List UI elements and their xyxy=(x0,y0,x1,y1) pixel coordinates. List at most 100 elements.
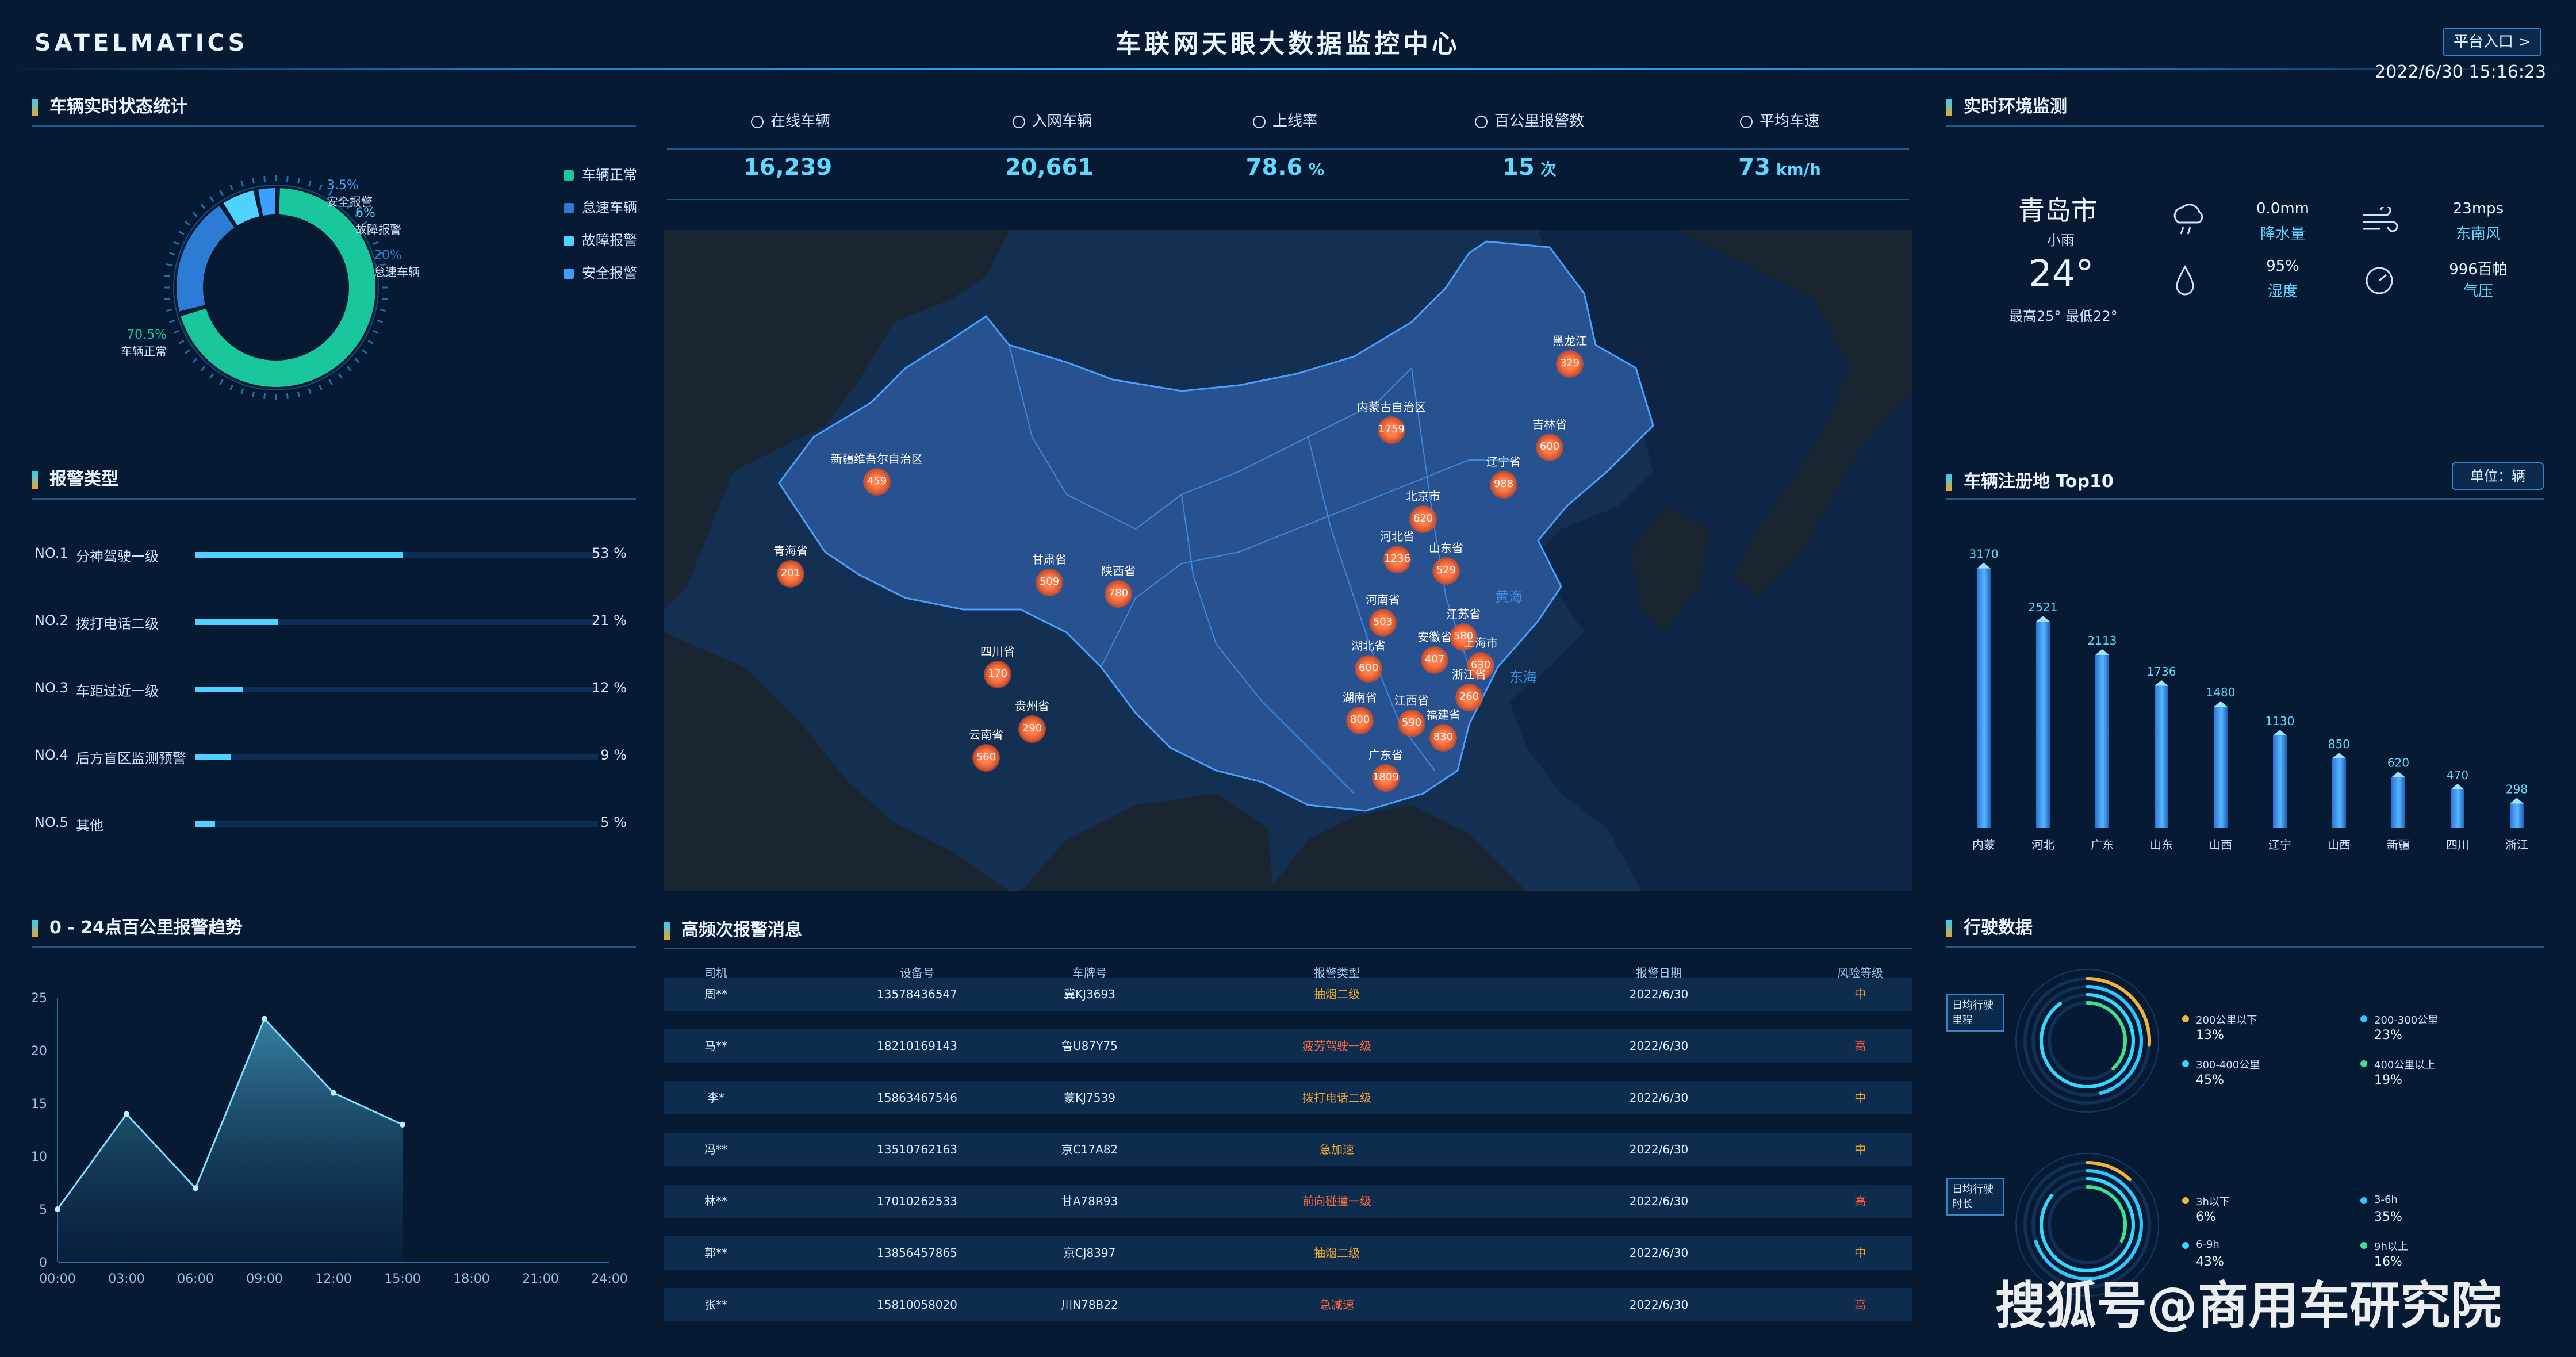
trend-area xyxy=(57,1018,402,1262)
table-cell: 蒙KJ7539 xyxy=(1064,1091,1116,1105)
kpi-unit: km/h xyxy=(1776,160,1821,179)
driving-legend-value: 6% xyxy=(2196,1210,2216,1224)
env-title: 实时环境监测 xyxy=(1946,92,2067,117)
pressure-icon xyxy=(2366,267,2393,294)
province-value: 1759 xyxy=(1378,423,1405,435)
legend-dot xyxy=(2182,1015,2189,1022)
table-cell: 高 xyxy=(1854,1194,1866,1208)
donut-tick xyxy=(185,349,191,354)
province-value: 988 xyxy=(1493,478,1514,490)
table-cell: 鲁U87Y75 xyxy=(1061,1039,1118,1053)
duration-tag[interactable]: 日均行驶时长 xyxy=(1946,1178,2004,1216)
table-cell: 15810058020 xyxy=(877,1298,957,1312)
panel-divider xyxy=(1946,498,2544,500)
province-label: 吉林省 xyxy=(1532,417,1567,431)
table-row[interactable]: 张** 15810058020 川N78B22 急减速 2022/6/30 高 xyxy=(664,1288,1912,1321)
legend-dot xyxy=(2360,1015,2367,1022)
alarm-types-title: 报警类型 xyxy=(32,465,118,490)
unit-button[interactable]: 单位：辆 xyxy=(2452,462,2544,490)
driving-legend-value: 13% xyxy=(2196,1028,2224,1042)
china-map[interactable]: 黄海 东海 黑龙江 329 吉林省 600 辽宁省 988 内蒙古自治区 1759 北京市 620… xyxy=(664,230,1912,891)
speed-icon xyxy=(1739,115,1753,128)
donut-tick xyxy=(166,308,172,312)
donut-tick xyxy=(229,384,234,390)
registration-value-label: 2521 xyxy=(2029,600,2058,614)
province-label: 浙江省 xyxy=(1452,668,1486,681)
kpi-unit: 次 xyxy=(1540,160,1557,179)
kpi-label-text: 百公里报警数 xyxy=(1494,113,1584,130)
y-tick-label: 10 xyxy=(31,1150,47,1164)
table-cell: 抽烟二级 xyxy=(1314,1246,1360,1260)
province-value: 407 xyxy=(1424,653,1445,665)
registration-bar xyxy=(2155,685,2168,828)
x-tick-label: 24:00 xyxy=(591,1272,627,1286)
alarm-track xyxy=(195,754,598,760)
kpi-label: 入网车辆 xyxy=(977,109,1127,131)
province-label: 辽宁省 xyxy=(1486,455,1521,469)
alerts-title: 高频次报警消息 xyxy=(664,915,802,941)
kpi-value: 20,661 xyxy=(977,154,1127,181)
donut-segment xyxy=(223,190,260,226)
table-row[interactable]: 周** 13578436547 冀KJ3693 抽烟二级 2022/6/30 中 xyxy=(664,977,1912,1011)
y-tick-label: 25 xyxy=(31,991,47,1006)
mileage-tag[interactable]: 日均行驶里程 xyxy=(1946,994,2004,1032)
x-tick-label: 15:00 xyxy=(384,1272,420,1286)
table-cell: 2022/6/30 xyxy=(1629,1143,1689,1156)
donut-tick xyxy=(308,181,312,187)
province-label: 新疆维吾尔自治区 xyxy=(831,452,923,466)
segment-label-idle: 20% 怠速车辆 xyxy=(374,248,420,279)
alarm-pct: 9 % xyxy=(600,747,627,763)
table-row[interactable]: 冯** 13510762163 京C17A82 急加速 2022/6/30 中 xyxy=(664,1133,1912,1166)
registration-bar xyxy=(2036,621,2050,828)
platform-entry-button[interactable]: 平台入口 > xyxy=(2443,28,2542,56)
donut-tick xyxy=(367,340,374,344)
vehicle-status-title: 车辆实时状态统计 xyxy=(32,92,187,117)
driving-legend-label: 200-300公里 xyxy=(2374,1014,2439,1026)
registration-bar-cap xyxy=(2451,784,2464,790)
registration-value-label: 620 xyxy=(2387,756,2409,770)
table-cell: 急加速 xyxy=(1320,1143,1354,1156)
registration-category-label: 广东 xyxy=(2091,838,2114,852)
alarm-bar xyxy=(195,687,243,692)
table-row[interactable]: 林** 17010262533 甘A78R93 前向碰撞一级 2022/6/30 高 xyxy=(664,1184,1912,1218)
table-cell: 马** xyxy=(704,1039,727,1053)
kpi-label: 上线率 xyxy=(1210,109,1360,131)
registration-category-label: 内蒙 xyxy=(1972,838,1995,852)
table-cell: 17010262533 xyxy=(877,1194,957,1208)
registration-title: 车辆注册地 Top10 xyxy=(1946,467,2114,492)
pressure-label: 气压 xyxy=(2463,283,2493,300)
legend-item: 故障报警 xyxy=(564,229,637,249)
alarm-bar xyxy=(195,821,215,827)
driving-legend-label: 3-6h xyxy=(2374,1194,2398,1206)
driving-legend-value: 45% xyxy=(2196,1073,2224,1087)
table-cell: 抽烟二级 xyxy=(1314,987,1360,1001)
table-row[interactable]: 李* 15863467546 蒙KJ7539 拨打电话二级 2022/6/30 中 xyxy=(664,1081,1912,1114)
registration-bar xyxy=(2273,735,2287,828)
table-row[interactable]: 郭** 13856457865 京CJ8397 抽烟二级 2022/6/30 中 xyxy=(664,1236,1912,1270)
alarm-type-label: NO.3 xyxy=(34,680,68,696)
kpi-label: 在线车辆 xyxy=(716,109,865,131)
trend-point xyxy=(400,1121,405,1128)
precipitation-label: 降水量 xyxy=(2260,225,2305,243)
donut-tick xyxy=(354,358,360,363)
legend-item: 车辆正常 xyxy=(564,163,637,183)
province-label: 陕西省 xyxy=(1101,564,1136,578)
table-row[interactable]: 马** 18210169143 鲁U87Y75 疲劳驾驶一级 2022/6/30 高 xyxy=(664,1029,1912,1063)
table-cell: 中 xyxy=(1854,1246,1866,1260)
registration-bar-cap xyxy=(2155,680,2168,686)
y-tick-label: 20 xyxy=(31,1044,47,1059)
registration-bar-cap xyxy=(2036,615,2050,622)
panel-divider xyxy=(1946,125,2544,127)
donut-tick xyxy=(318,185,323,191)
humidity-label: 湿度 xyxy=(2267,283,2298,300)
table-cell: 2022/6/30 xyxy=(1629,1039,1689,1053)
donut-tick xyxy=(318,384,323,390)
ring-arc xyxy=(2086,1001,2127,1071)
donut-tick xyxy=(263,393,266,400)
table-cell: 2022/6/30 xyxy=(1629,1194,1689,1208)
kpi-divider xyxy=(667,199,1909,200)
table-cell: 中 xyxy=(1854,1091,1866,1105)
province-value: 600 xyxy=(1358,662,1379,674)
legend-dot xyxy=(2360,1242,2367,1249)
registration-category-label: 新疆 xyxy=(2387,838,2410,852)
